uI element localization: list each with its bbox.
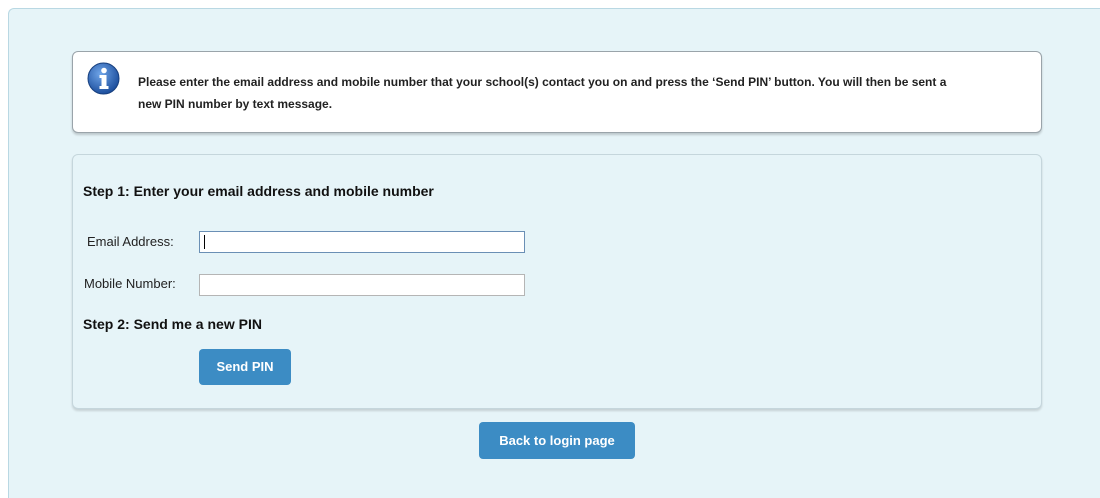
- step1-heading: Step 1: Enter your email address and mob…: [83, 183, 434, 199]
- info-message-box: Please enter the email address and mobil…: [72, 51, 1042, 133]
- mobile-input[interactable]: [199, 274, 525, 296]
- text-cursor: [204, 235, 205, 249]
- pin-request-form: Step 1: Enter your email address and mob…: [72, 154, 1042, 409]
- info-icon: [87, 62, 120, 95]
- back-to-login-button[interactable]: Back to login page: [479, 422, 635, 459]
- mobile-label: Mobile Number:: [84, 276, 176, 291]
- send-pin-button[interactable]: Send PIN: [199, 349, 291, 385]
- info-message-text: Please enter the email address and mobil…: [138, 75, 947, 111]
- step2-heading: Step 2: Send me a new PIN: [83, 316, 262, 332]
- email-input[interactable]: [199, 231, 525, 253]
- email-label: Email Address:: [87, 234, 174, 249]
